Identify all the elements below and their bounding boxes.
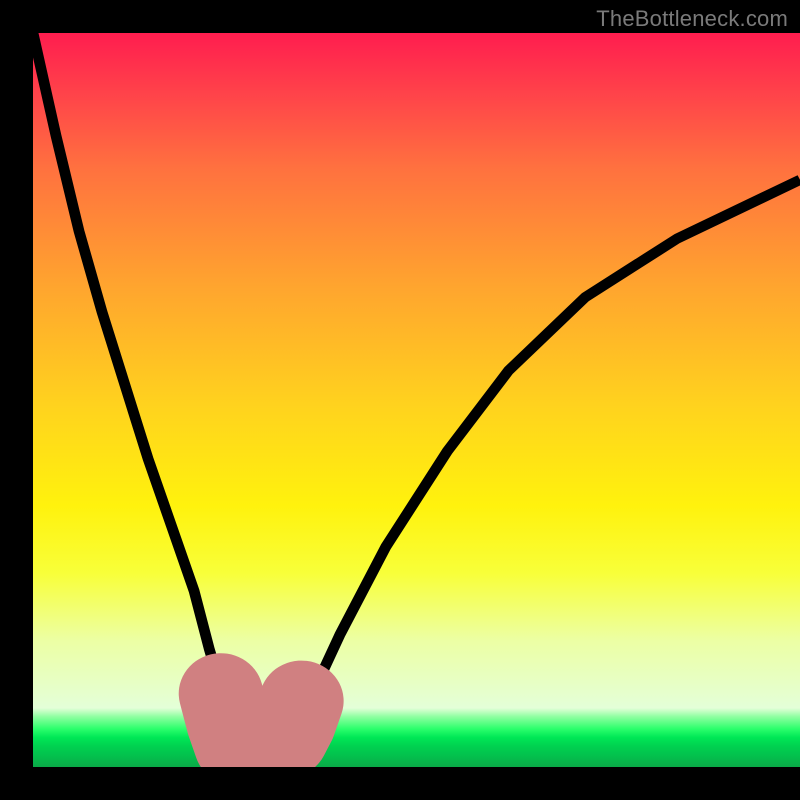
- watermark-text: TheBottleneck.com: [596, 6, 788, 32]
- valley-highlight: [221, 694, 302, 753]
- bottleneck-curve: [33, 33, 800, 752]
- chart-container: TheBottleneck.com: [0, 0, 800, 800]
- chart-svg: [33, 33, 800, 767]
- plot-area: [33, 33, 800, 767]
